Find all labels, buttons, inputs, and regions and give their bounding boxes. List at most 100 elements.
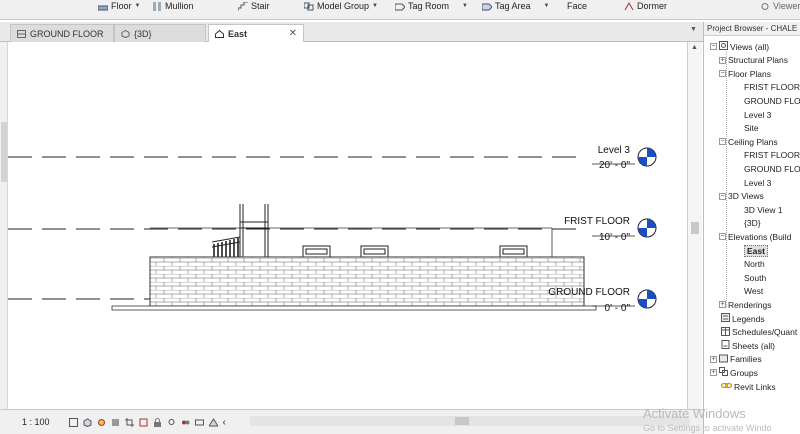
tree-node[interactable]: 3D View 1 <box>744 203 783 216</box>
tree-node-label: Families <box>730 354 762 365</box>
tree-node-label: Views (all) <box>730 41 770 52</box>
close-icon[interactable]: ✕ <box>289 28 297 39</box>
tree-node[interactable]: Schedules/Quant <box>710 326 797 339</box>
scroll-up-icon[interactable]: ▲ <box>691 44 698 51</box>
level-elevation: 10' - 0" <box>599 232 630 243</box>
detail-level-icon[interactable] <box>68 417 78 427</box>
project-browser: Project Browser - CHALE − Views (all) + Str… <box>703 22 800 434</box>
tree-node-label: Schedules/Quant <box>732 327 798 338</box>
cube-icon <box>121 29 130 38</box>
visual-style-icon[interactable] <box>83 417 92 427</box>
views-icon <box>719 41 728 52</box>
expand-icon[interactable]: + <box>719 301 726 309</box>
collapse-icon[interactable]: − <box>719 233 726 241</box>
highlight-icon[interactable] <box>208 417 218 427</box>
mullion-icon <box>153 1 161 11</box>
tree-node[interactable]: West <box>744 285 763 298</box>
vertical-scrollbar[interactable]: ▲ <box>688 42 702 409</box>
chevron-down-icon: ▼ <box>372 3 378 9</box>
tree-node[interactable]: + Families <box>710 353 762 366</box>
shadows-icon[interactable] <box>111 418 120 427</box>
tab-label: East <box>228 28 248 39</box>
tree-node[interactable]: FRIST FLOOR <box>744 149 800 162</box>
tree-node[interactable]: GROUND FLO <box>744 162 800 175</box>
view-tab-bar: GROUND FLOOR {3D} East ✕ ▼ <box>0 22 703 42</box>
tree-node-label: Structural Plans <box>728 55 788 66</box>
tree-node[interactable]: South <box>744 271 766 284</box>
tree-node[interactable]: {3D} <box>744 217 761 230</box>
tree-node[interactable]: + Groups <box>710 366 758 379</box>
tree-node[interactable]: Legends <box>710 312 765 325</box>
tree-node[interactable]: Revit Links <box>710 380 776 393</box>
crop-view-icon[interactable] <box>124 417 134 427</box>
expand-icon[interactable]: + <box>710 369 717 377</box>
scrollbar-thumb[interactable] <box>455 417 469 425</box>
left-scrollbar[interactable] <box>0 42 8 409</box>
tree-node[interactable]: FRIST FLOOR <box>744 81 800 94</box>
drawing-area[interactable]: Level 3 20' - 0" FRIST FLOOR 10' - 0" GR… <box>0 42 688 409</box>
tab-east[interactable]: East ✕ <box>208 24 304 42</box>
show-crop-icon[interactable] <box>139 418 148 427</box>
level-name: Level 3 <box>598 145 631 156</box>
tree-node-label: Floor Plans <box>728 68 771 79</box>
stair-icon <box>238 1 248 11</box>
tree-node-label: North <box>744 259 765 270</box>
brick-wall <box>149 256 585 307</box>
collapse-icon[interactable]: − <box>710 43 717 50</box>
tab-ground-floor[interactable]: GROUND FLOOR <box>10 24 114 42</box>
schedules-icon <box>721 326 730 338</box>
tree-node[interactable]: North <box>744 258 765 271</box>
viewer-icon <box>761 2 769 10</box>
tag-room-button[interactable]: Tag Room ▼ <box>395 0 468 12</box>
floor-plan-icon <box>17 29 26 38</box>
tree-node-label: FRIST FLOOR <box>744 150 800 161</box>
reveal-hidden-icon[interactable] <box>181 418 190 427</box>
horizontal-scrollbar[interactable] <box>250 416 690 426</box>
tree-node[interactable]: Site <box>744 122 759 135</box>
scrollbar-thumb[interactable] <box>691 222 699 234</box>
tree-node-label: 3D Views <box>728 191 764 202</box>
activate-windows-hint: Go to Settings to activate Windo <box>643 423 772 433</box>
tree-node[interactable]: + Structural Plans <box>719 54 788 67</box>
tag-room-icon <box>395 3 405 10</box>
expand-icon[interactable]: + <box>719 56 726 64</box>
collapse-icon[interactable]: − <box>719 70 726 78</box>
viewer-button[interactable]: Viewer <box>760 0 800 12</box>
scrollbar-thumb[interactable] <box>1 122 7 182</box>
lock-view-icon[interactable] <box>153 417 162 427</box>
tree-node[interactable]: Sheets (all) <box>710 339 775 352</box>
tag-area-button[interactable]: Tag Area ▼ <box>482 0 549 12</box>
dormer-icon <box>624 1 634 10</box>
temporary-hide-icon[interactable] <box>167 418 176 427</box>
analytical-model-icon[interactable] <box>194 418 204 427</box>
dormer-button[interactable]: Dormer <box>624 0 667 12</box>
tree-node-label: Ceiling Plans <box>728 136 778 147</box>
mullion-button[interactable]: Mullion <box>152 0 194 12</box>
face-button[interactable]: Face <box>567 0 587 12</box>
collapse-icon[interactable]: − <box>719 138 726 146</box>
tree-node-label: East <box>744 244 768 257</box>
tree-node-label: South <box>744 272 767 283</box>
tab-3d[interactable]: {3D} <box>114 24 206 42</box>
tree-node[interactable]: GROUND FLOO <box>744 94 800 107</box>
tree-node[interactable]: East <box>744 244 768 257</box>
tree-node[interactable]: Level 3 <box>744 176 771 189</box>
tree-node-label: Legends <box>732 313 765 324</box>
tree-node[interactable]: − Views (all) <box>710 40 769 53</box>
view-scale[interactable]: 1 : 100 <box>22 417 50 427</box>
sun-path-icon[interactable] <box>97 418 106 427</box>
expand-icon[interactable]: + <box>710 355 717 363</box>
chevron-left-icon[interactable]: ‹ <box>223 417 226 428</box>
chevron-down-icon: ▼ <box>543 3 550 9</box>
stair-button[interactable]: Stair <box>238 0 270 12</box>
model-group-button[interactable]: Model Group ▼ <box>304 0 378 12</box>
tree-node-label: GROUND FLOO <box>744 95 800 106</box>
collapse-icon[interactable]: − <box>719 192 726 200</box>
tree-node[interactable]: Level 3 <box>744 108 771 121</box>
tree-node[interactable]: − Ceiling Plans <box>719 135 778 148</box>
floor-button[interactable]: Floor ▼ <box>98 0 140 12</box>
tree-node-label: Level 3 <box>744 177 772 188</box>
chevron-down-icon[interactable]: ▼ <box>690 26 697 33</box>
tree-node-label: {3D} <box>744 218 761 229</box>
tree-node[interactable]: − Elevations (Build <box>719 230 791 243</box>
